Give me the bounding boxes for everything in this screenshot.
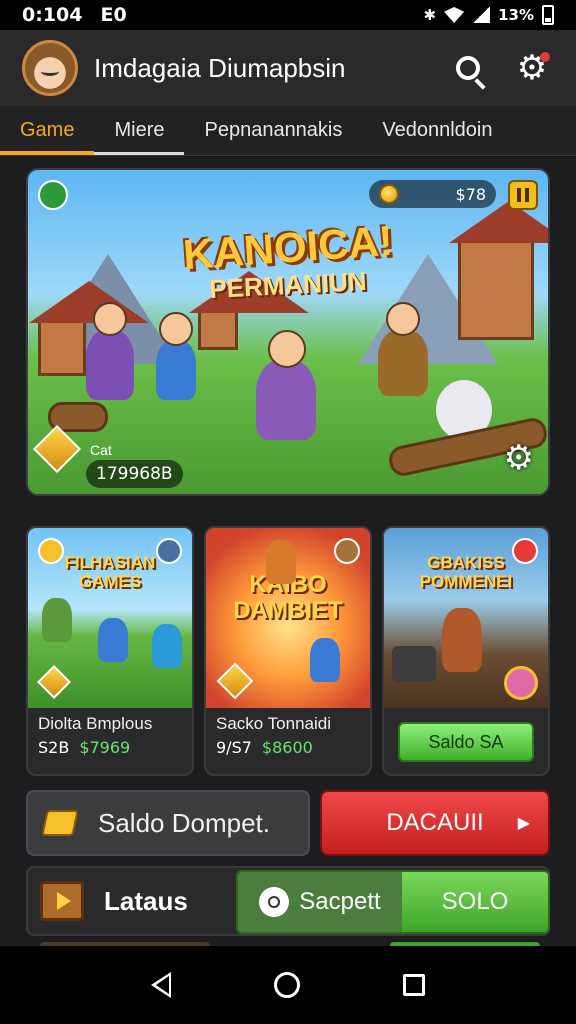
split-button: Sacpett SOLO	[236, 870, 550, 934]
ticket-icon	[41, 810, 79, 836]
secondary-button-label: Sacpett	[299, 888, 381, 915]
gem-icon	[37, 665, 71, 699]
tab-label: Miere	[114, 119, 165, 141]
wallet-label: Saldo Dompet.	[98, 807, 270, 838]
game-card[interactable]: KAIBO DAMBIET Sacko Tonnaidi 9/S7 $8600	[204, 526, 372, 776]
tab-vedonnldoin[interactable]: Vedonnldoin	[362, 106, 512, 155]
card-art: KAIBO DAMBIET	[206, 528, 370, 708]
settings-button[interactable]: ⚙	[510, 46, 554, 90]
bottom-action-bar: Lataus Sacpett SOLO	[26, 866, 550, 936]
battery-icon	[542, 5, 554, 25]
card-art: GBAKISS POMMENEI	[384, 528, 548, 708]
hero-character-illustration	[256, 330, 316, 440]
tab-game[interactable]: Game	[0, 106, 95, 155]
character-illustration	[266, 540, 296, 584]
search-button[interactable]	[446, 46, 490, 90]
signal-icon	[472, 7, 491, 23]
video-chest-icon	[40, 881, 84, 921]
card-art-title: GBAKISS POMMENEI	[419, 553, 513, 591]
app-header: Imdagaia Diumapbsin ⚙	[0, 30, 576, 106]
card-art: FILHASIAN GAMES	[28, 528, 192, 708]
machine-illustration	[392, 646, 436, 682]
card-cta-label: Saldo SA	[428, 731, 504, 752]
tab-label: Vedonnldoin	[382, 119, 493, 141]
wifi-icon	[444, 7, 465, 23]
card-cta-button[interactable]: Saldo SA	[398, 722, 534, 762]
chevron-right-icon: ▶	[517, 815, 530, 832]
character-illustration	[310, 638, 340, 682]
coin-value: $78	[455, 184, 486, 204]
primary-action-label: DACAUII	[386, 809, 484, 836]
coin-icon	[379, 184, 400, 204]
bluetooth-icon: ✱	[423, 6, 437, 24]
character-illustration	[378, 302, 428, 396]
app-title: Imdagaia Diumapbsin	[94, 52, 346, 83]
game-card[interactable]: FILHASIAN GAMES Diolta Bmplous S2B $7969	[26, 526, 194, 776]
avatar[interactable]	[22, 40, 78, 96]
orb-icon	[504, 666, 538, 700]
tab-pepnanannakis[interactable]: Pepnanannakis	[184, 106, 362, 155]
card-name: Sacko Tonnaidi	[216, 714, 331, 733]
tab-label: Game	[20, 119, 75, 141]
status-time: 0:104	[22, 4, 83, 26]
solo-button[interactable]: SOLO	[402, 872, 548, 932]
tab-bar: Game Miere Pepnanannakis Vedonnldoin	[0, 106, 576, 156]
card-meta: S2B $7969	[38, 738, 130, 757]
hero-banner[interactable]: KANOICA! PERMANIUN $78 Cat 179968B ⚙	[26, 168, 550, 496]
gear-icon[interactable]: ⚙	[504, 438, 534, 478]
card-count: S2B	[38, 738, 70, 757]
game-card[interactable]: GBAKISS POMMENEI Saldo SA	[382, 526, 550, 776]
status-bar: 0:104 E0 ✱ 13%	[0, 0, 576, 30]
house-illustration	[189, 271, 309, 350]
house-illustration	[29, 281, 149, 376]
search-icon	[456, 56, 480, 80]
card-name: Diolta Bmplous	[38, 714, 153, 733]
character-illustration	[98, 618, 128, 662]
character-illustration	[156, 312, 196, 400]
status-extra: E0	[100, 4, 127, 26]
card-count: 9/S7	[216, 738, 252, 757]
battery-percent: 13%	[498, 6, 534, 24]
settings-icon	[334, 538, 360, 564]
gem-icon	[216, 662, 254, 700]
game-cards: FILHASIAN GAMES Diolta Bmplous S2B $7969…	[26, 526, 550, 776]
level-badge-icon	[38, 180, 68, 210]
system-nav-bar	[0, 946, 576, 1024]
wallet-row: Saldo Dompet. DACAUII ▶	[26, 790, 550, 856]
back-icon[interactable]	[151, 972, 172, 998]
coin-balance: $78	[369, 180, 496, 208]
recent-apps-icon[interactable]	[402, 974, 425, 996]
card-meta: 9/S7 $8600	[216, 738, 313, 757]
tab-label: Pepnanannakis	[204, 119, 343, 141]
character-illustration	[442, 608, 482, 672]
card-price: $8600	[261, 738, 313, 757]
gem-icon	[32, 424, 82, 474]
character-illustration	[42, 598, 72, 642]
secondary-button[interactable]: Sacpett	[238, 872, 402, 932]
notification-dot	[540, 52, 550, 62]
wallet-balance[interactable]: Saldo Dompet.	[26, 790, 310, 856]
home-icon[interactable]	[273, 972, 300, 998]
primary-action-button[interactable]: DACAUII ▶	[320, 790, 550, 856]
tab-miere[interactable]: Miere	[94, 106, 185, 155]
counter-value: 179968B	[86, 460, 183, 488]
character-illustration	[152, 624, 182, 668]
card-art-title: FILHASIAN GAMES	[64, 553, 156, 591]
character-illustration	[86, 302, 134, 400]
counter-label: Cat	[90, 442, 112, 458]
disc-icon	[259, 887, 290, 917]
pause-button[interactable]	[508, 180, 538, 210]
card-price: $7969	[79, 738, 131, 757]
solo-button-label: SOLO	[441, 888, 509, 915]
bottom-label: Lataus	[104, 885, 188, 916]
